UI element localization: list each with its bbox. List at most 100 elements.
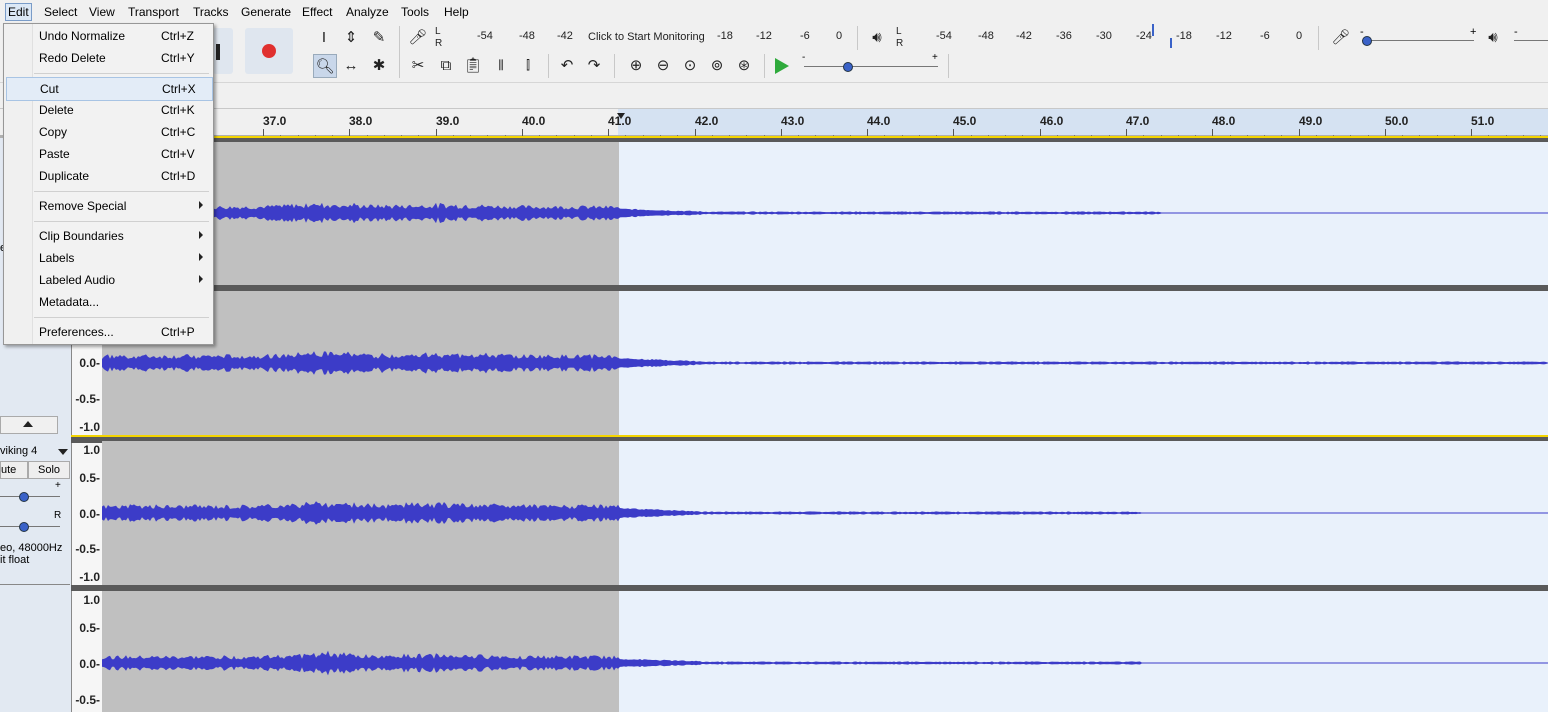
- speaker-icon[interactable]: 🔊︎: [866, 26, 888, 48]
- timeshift-tool-icon[interactable]: ↔: [340, 54, 362, 76]
- undo-icon[interactable]: ↶: [556, 54, 578, 76]
- audio-track-2-channel-2[interactable]: [102, 591, 1548, 712]
- scale-label: 0.5-: [79, 621, 100, 635]
- edit-menu-dropdown: Undo Normalize Ctrl+Z Redo Delete Ctrl+Y…: [3, 23, 214, 345]
- fit-selection-icon[interactable]: ⊙: [679, 54, 701, 76]
- multi-tool-icon[interactable]: ✱: [368, 54, 390, 76]
- zoom-tool-icon[interactable]: 🔍︎: [313, 54, 337, 78]
- audio-track-1-channel-1[interactable]: [102, 142, 1548, 285]
- rec-meter-tick: 0: [836, 30, 843, 42]
- menu-select[interactable]: Select: [44, 4, 77, 20]
- audio-track-1-channel-2[interactable]: [102, 291, 1548, 435]
- solo-button[interactable]: Solo: [28, 461, 70, 479]
- recording-volume-knob[interactable]: [1362, 36, 1372, 46]
- menu-item-preferences[interactable]: Preferences... Ctrl+P: [6, 321, 211, 343]
- playback-volume-slider[interactable]: [1514, 40, 1548, 41]
- menu-tools[interactable]: Tools: [401, 4, 429, 20]
- record-button[interactable]: [245, 28, 293, 74]
- track-name-dropdown[interactable]: viking 4: [0, 444, 70, 460]
- start-monitoring-prompt[interactable]: Click to Start Monitoring: [588, 31, 705, 43]
- ruler-label: 51.0: [1471, 114, 1495, 128]
- play-speed-slider[interactable]: [804, 66, 938, 67]
- ruler-label: 48.0: [1212, 114, 1236, 128]
- collapse-track-button[interactable]: [0, 416, 58, 434]
- recording-volume-slider[interactable]: [1362, 40, 1474, 41]
- ruler-label: 49.0: [1299, 114, 1323, 128]
- menu-item-paste[interactable]: Paste Ctrl+V: [6, 143, 211, 165]
- rec-meter-tick: -18: [717, 30, 733, 42]
- mute-button[interactable]: ute: [0, 461, 28, 479]
- speed-plus: +: [932, 52, 938, 63]
- scale-label: -0.5-: [75, 542, 100, 556]
- ruler-label: 38.0: [349, 114, 373, 128]
- rec-meter-tick: -42: [557, 30, 573, 42]
- menu-item-remove-special[interactable]: Remove Special: [6, 195, 211, 217]
- play-meter-tick: -18: [1176, 30, 1192, 42]
- redo-icon[interactable]: ↷: [583, 54, 605, 76]
- copy-icon[interactable]: ⧉: [435, 54, 457, 76]
- menu-bar: Edit Select View Transport Tracks Genera…: [0, 0, 1548, 24]
- menu-item-label: Labeled Audio: [39, 273, 116, 287]
- menu-transport[interactable]: Transport: [128, 4, 179, 20]
- menu-analyze[interactable]: Analyze: [346, 4, 389, 20]
- pan-right-label: R: [54, 510, 62, 521]
- scale-label: -0.5-: [75, 693, 100, 707]
- play-meter-tick: -36: [1056, 30, 1072, 42]
- audio-track-2-channel-1[interactable]: [102, 441, 1548, 585]
- menu-item-duplicate[interactable]: Duplicate Ctrl+D: [6, 165, 211, 187]
- silence-audio-icon[interactable]: ⫿: [517, 54, 539, 76]
- zoom-out-icon[interactable]: ⊖: [652, 54, 674, 76]
- ruler-label: 45.0: [953, 114, 977, 128]
- waveform-envelope: [102, 202, 1548, 224]
- menu-effect[interactable]: Effect: [302, 4, 332, 20]
- fit-project-icon[interactable]: ⊚: [706, 54, 728, 76]
- timeline-ruler[interactable]: 37.0 38.0 39.0 40.0 41.0 42.0 43.0 44.0 45.0 46.0…: [0, 108, 1548, 139]
- menu-item-redo-delete[interactable]: Redo Delete Ctrl+Y: [6, 47, 211, 69]
- menu-edit[interactable]: Edit: [5, 3, 32, 21]
- zoom-in-icon[interactable]: ⊕: [625, 54, 647, 76]
- mixer-minus-2: -: [1514, 26, 1518, 38]
- ruler-label: 42.0: [695, 114, 719, 128]
- cut-icon[interactable]: ✂: [407, 54, 429, 76]
- pan-knob[interactable]: [19, 522, 29, 532]
- menu-tracks[interactable]: Tracks: [193, 4, 229, 20]
- microphone-icon[interactable]: 🎤︎: [407, 26, 429, 48]
- selection-tool-icon[interactable]: I: [313, 26, 335, 48]
- menu-item-labels[interactable]: Labels: [6, 247, 211, 269]
- pan-slider[interactable]: [0, 526, 60, 527]
- menu-item-copy[interactable]: Copy Ctrl+C: [6, 121, 211, 143]
- menu-item-clip-boundaries[interactable]: Clip Boundaries: [6, 225, 211, 247]
- waveform-envelope: [102, 650, 1548, 676]
- track-format-info: eo, 48000Hz: [0, 542, 63, 554]
- meter-left-label: L: [435, 26, 441, 37]
- menu-help[interactable]: Help: [444, 4, 469, 20]
- menu-view[interactable]: View: [89, 4, 115, 20]
- envelope-tool-icon[interactable]: ⇕: [340, 26, 362, 48]
- draw-tool-icon[interactable]: ✎: [368, 26, 390, 48]
- trim-audio-icon[interactable]: ⫼: [490, 54, 512, 76]
- menu-item-shortcut: Ctrl+P: [161, 325, 195, 339]
- ruler-label: 41.0: [608, 114, 632, 128]
- gain-slider[interactable]: [0, 496, 60, 497]
- rec-meter-tick: -6: [800, 30, 810, 42]
- waveform: [102, 351, 1548, 375]
- menu-item-label: Delete: [39, 103, 74, 117]
- menu-item-label: Labels: [39, 251, 75, 265]
- menu-item-shortcut: Ctrl+K: [161, 103, 195, 117]
- playback-volume-icon: 🔊︎: [1488, 28, 1498, 46]
- zoom-toggle-icon[interactable]: ⊛: [733, 54, 755, 76]
- menu-item-labeled-audio[interactable]: Labeled Audio: [6, 269, 211, 291]
- play-at-speed-icon[interactable]: [775, 58, 789, 74]
- paste-icon[interactable]: 📋︎: [462, 54, 484, 76]
- gain-knob[interactable]: [19, 492, 29, 502]
- stop-button[interactable]: [213, 28, 233, 74]
- menu-item-delete[interactable]: Delete Ctrl+K: [6, 99, 211, 121]
- menu-item-metadata[interactable]: Metadata...: [6, 291, 211, 313]
- menu-item-undo-normalize[interactable]: Undo Normalize Ctrl+Z: [6, 25, 211, 47]
- collapse-arrow-icon: [23, 421, 33, 427]
- menu-item-shortcut: Ctrl+X: [162, 82, 196, 96]
- menu-generate[interactable]: Generate: [241, 4, 291, 20]
- play-speed-knob[interactable]: [843, 62, 853, 72]
- menu-item-cut[interactable]: Cut Ctrl+X: [6, 77, 213, 101]
- submenu-arrow-icon: [199, 201, 203, 209]
